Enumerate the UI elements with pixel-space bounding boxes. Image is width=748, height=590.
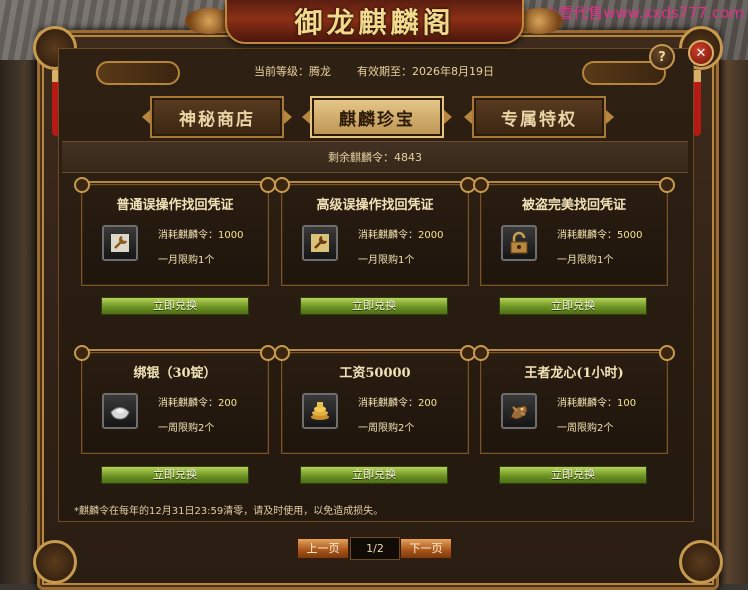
cost-label: 消耗麒麟令：: [557, 230, 617, 241]
tab-mystery-shop[interactable]: 神秘商店: [142, 96, 292, 138]
cost-value: 100: [617, 398, 637, 409]
tab-exclusive-privileges[interactable]: 专属特权: [464, 96, 614, 138]
reset-notice: *麒麟令在每年的12月31日23:59清零，请及时使用，以免造成损失。: [74, 506, 384, 517]
cost-value: 1000: [218, 230, 244, 241]
tab-qilin-treasure[interactable]: 麒麟珍宝: [302, 96, 452, 138]
cost-label: 消耗麒麟令：: [358, 398, 418, 409]
watermark-text: 小雪代售www.xxds777.com: [543, 4, 744, 22]
background-left-pillar: [0, 60, 42, 584]
purchase-limit: 一月限购1个: [358, 255, 415, 266]
item-name: 绑银（30锭）: [133, 366, 217, 381]
item-name: 工资50000: [339, 366, 411, 381]
frame-corner-ornament: [679, 540, 723, 584]
item-name: 被盗完美找回凭证: [521, 198, 626, 213]
item-name: 高级误操作找回凭证: [316, 198, 434, 213]
purchase-limit: 一月限购1个: [158, 255, 215, 266]
background-right-pillar: [714, 60, 748, 584]
window-title: 御龙麒麟阁: [294, 6, 455, 39]
cost-label: 消耗麒麟令：: [158, 398, 218, 409]
exchange-button[interactable]: 立即兑换: [101, 297, 249, 315]
cost-value: 200: [218, 398, 238, 409]
item-card: 工资50000 消耗麒麟令：200 一周限购2个: [274, 345, 476, 454]
tab-label: 麒麟珍宝: [339, 109, 415, 130]
tassel-ornament: [693, 70, 701, 136]
exchange-button[interactable]: 立即兑换: [300, 466, 448, 484]
prev-page-button[interactable]: 上一页: [297, 538, 349, 559]
remaining-value: 4843: [394, 150, 422, 164]
cost-label: 消耗麒麟令：: [158, 230, 218, 241]
exchange-button[interactable]: 立即兑换: [300, 297, 448, 315]
cost-label: 消耗麒麟令：: [358, 230, 418, 241]
cost-label: 消耗麒麟令：: [557, 398, 617, 409]
exchange-button[interactable]: 立即兑换: [499, 466, 647, 484]
item-name: 普通误操作找回凭证: [116, 198, 234, 213]
purchase-limit: 一周限购2个: [358, 423, 415, 434]
item-card: 绑银（30锭） 消耗麒麟令：200 一周限购2个: [74, 345, 276, 454]
remaining-tokens-bar: 剩余麒麟令： 4843: [62, 141, 688, 173]
item-card: 被盗完美找回凭证 消耗麒麟令：5000 一月限购1个: [473, 177, 675, 286]
item-card: 高级误操作找回凭证 消耗麒麟令：2000 一月限购1个: [274, 177, 476, 286]
header-info: 当前等级：腾龙 有效期至：2026年8月19日: [90, 56, 658, 86]
exchange-button[interactable]: 立即兑换: [499, 297, 647, 315]
silver-ingot-icon[interactable]: [102, 393, 138, 429]
tab-label: 专属特权: [501, 109, 577, 130]
cost-value: 5000: [617, 230, 643, 241]
title-plaque: 御龙麒麟阁: [225, 0, 524, 44]
cost-value: 2000: [418, 230, 444, 241]
page-indicator: 1/2: [350, 537, 400, 560]
purchase-limit: 一月限购1个: [557, 255, 614, 266]
expiry-text: 有效期至：2026年8月19日: [357, 65, 494, 78]
level-text: 当前等级：腾龙: [254, 65, 331, 78]
frame-corner-ornament: [33, 540, 77, 584]
exchange-button[interactable]: 立即兑换: [101, 466, 249, 484]
padlock-icon[interactable]: [501, 225, 537, 261]
item-card: 普通误操作找回凭证 消耗麒麟令：1000 一月限购1个: [74, 177, 276, 286]
close-button[interactable]: ✕: [688, 40, 714, 66]
remaining-label: 剩余麒麟令：: [328, 151, 394, 164]
wrench-key-icon[interactable]: [102, 225, 138, 261]
help-button[interactable]: ?: [649, 44, 675, 70]
next-page-button[interactable]: 下一页: [400, 538, 452, 559]
item-card: 王者龙心(1小时) 消耗麒麟令：100 一周限购2个: [473, 345, 675, 454]
gold-coins-icon[interactable]: [302, 393, 338, 429]
purchase-limit: 一周限购2个: [158, 423, 215, 434]
purchase-limit: 一周限购2个: [557, 423, 614, 434]
item-name: 王者龙心(1小时): [524, 366, 624, 381]
dragon-heart-icon[interactable]: [501, 393, 537, 429]
cost-value: 200: [418, 398, 438, 409]
wrench-key-icon[interactable]: [302, 225, 338, 261]
tab-label: 神秘商店: [179, 109, 255, 130]
